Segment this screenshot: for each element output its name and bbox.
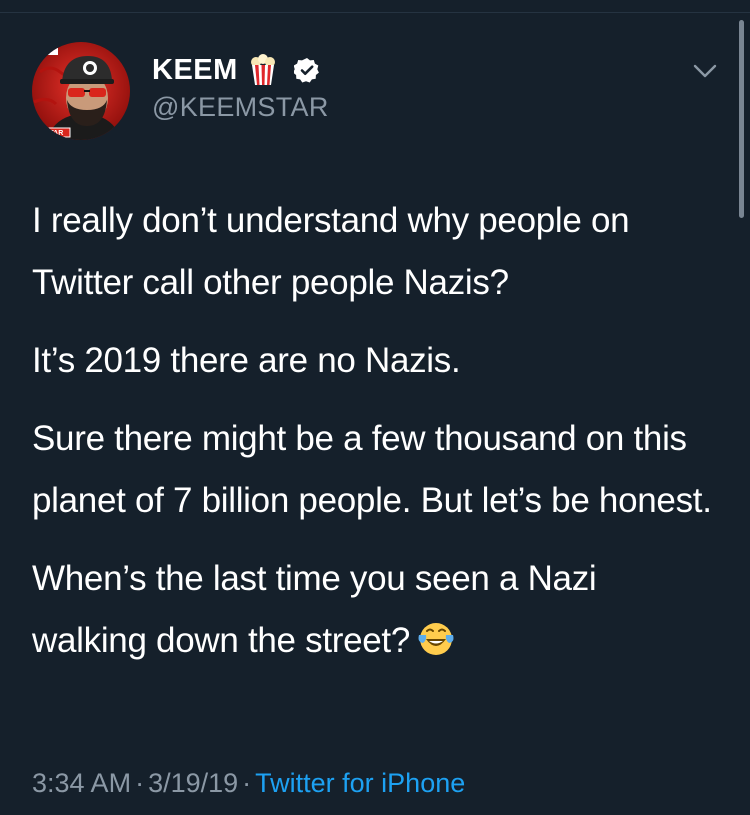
meta-separator: · <box>242 768 252 798</box>
tweet-date: 3/19/19 <box>148 768 239 798</box>
chevron-down-icon[interactable] <box>692 62 718 80</box>
tweet-paragraph: It’s 2019 there are no Nazis. <box>32 341 461 380</box>
tweet-paragraph: Sure there might be a few thousand on th… <box>32 419 712 520</box>
display-name: KEEM <box>152 53 238 86</box>
author-names[interactable]: KEEM @KEEMSTAR <box>152 52 329 123</box>
tweet-text: I really don’t understand why people on … <box>32 190 712 688</box>
popcorn-icon <box>246 53 280 87</box>
top-divider <box>0 12 750 13</box>
tweet-detail-screen: STAR KEEM @KEEMSTAR I really don’t under… <box>0 0 750 815</box>
svg-text:STAR: STAR <box>45 130 64 137</box>
tweet-time: 3:34 AM <box>32 768 132 798</box>
avatar[interactable]: STAR <box>32 42 130 140</box>
meta-separator: · <box>135 768 145 798</box>
display-name-row: KEEM <box>152 52 329 88</box>
tweet-header: STAR KEEM @KEEMSTAR <box>32 42 722 142</box>
tweet-paragraph-last: When’s the last time you seen a Nazi wal… <box>32 548 712 672</box>
scrollbar[interactable] <box>739 20 744 218</box>
avatar-image: STAR <box>32 42 130 140</box>
author-handle: @KEEMSTAR <box>152 92 329 122</box>
verified-badge-icon <box>292 57 320 83</box>
tweet-meta: 3:34 AM · 3/19/19 · Twitter for iPhone <box>32 768 465 799</box>
face-with-tears-of-joy-icon <box>416 616 456 656</box>
tweet-source-link[interactable]: Twitter for iPhone <box>255 768 465 798</box>
tweet-paragraph-text: When’s the last time you seen a Nazi wal… <box>32 559 597 660</box>
tweet-paragraph: I really don’t understand why people on … <box>32 201 630 302</box>
